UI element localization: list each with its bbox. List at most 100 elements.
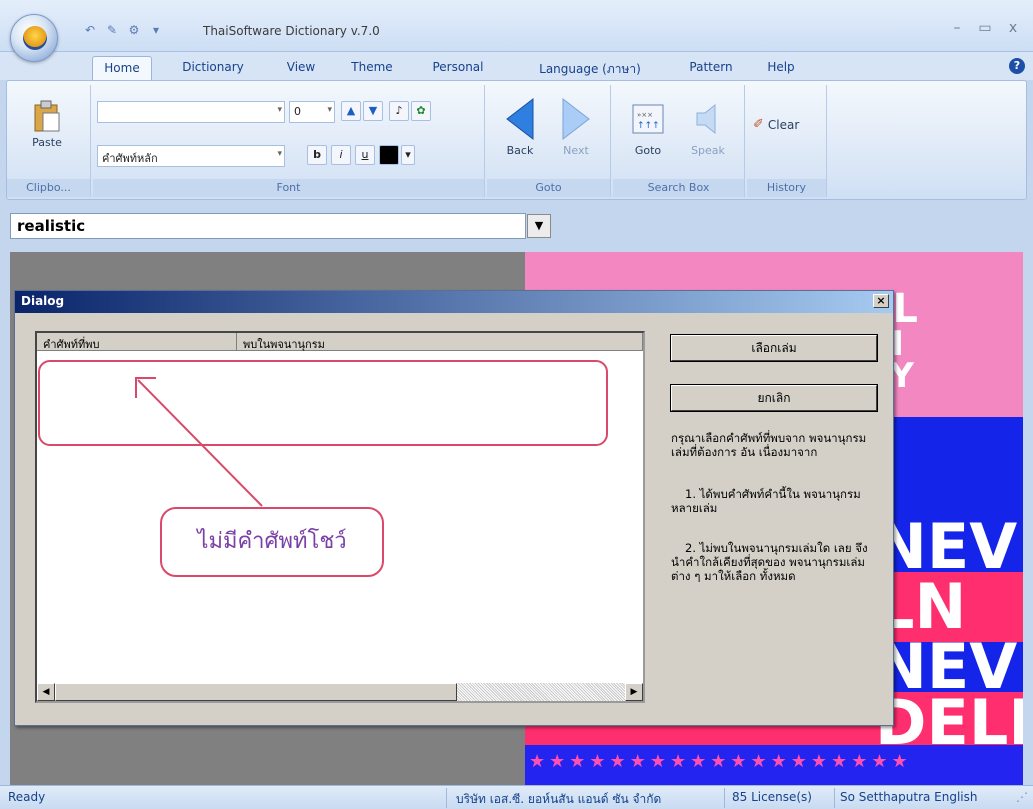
column-found-word[interactable]: คำศัพท์ที่พบ [37, 333, 237, 351]
chevron-down-icon: ▾ [277, 149, 282, 159]
scroll-right-button[interactable]: ▶ [625, 683, 643, 701]
next-button[interactable]: Next [551, 97, 601, 157]
goto-label: Goto [634, 144, 662, 157]
back-button[interactable]: Back [495, 97, 545, 157]
next-arrow-icon [562, 97, 590, 141]
decrease-font-button[interactable]: ▼ [363, 101, 383, 121]
status-license: 85 License(s) [732, 790, 812, 804]
status-text: Ready [8, 790, 46, 804]
tab-dictionary[interactable]: Dictionary [172, 56, 254, 80]
scroll-track[interactable] [457, 683, 625, 701]
title-bar: ↶ ✎ ⚙ ▾ ThaiSoftware Dictionary v.7.0 – … [0, 0, 1033, 62]
stars-row: ★★★★★★★★★★★★★★★★★★★ [525, 745, 1023, 785]
tab-pattern[interactable]: Pattern [680, 56, 742, 80]
chevron-down-icon: ▾ [277, 105, 282, 115]
bold-button[interactable]: b [307, 145, 327, 165]
tab-theme[interactable]: Theme [344, 56, 400, 80]
window-title: ThaiSoftware Dictionary v.7.0 [203, 24, 380, 38]
dialog-window: Dialog × คำศัพท์ที่พบ พบในพจนานุกรม ◀ ▶ … [14, 290, 894, 726]
dialog-title-bar: Dialog × [15, 291, 893, 313]
search-dropdown-button[interactable]: ▼ [527, 214, 551, 238]
status-user: So Setthaputra English [840, 790, 978, 804]
svg-text:»××: »×× [637, 111, 653, 119]
horizontal-scrollbar[interactable]: ◀ ▶ [37, 683, 643, 701]
font-color-dropdown[interactable]: ▾ [401, 145, 415, 165]
speak-button[interactable]: Speak [683, 97, 733, 157]
speak-label: Speak [691, 144, 725, 157]
clipboard-group: Paste Clipbo... [7, 85, 91, 197]
ribbon: Paste Clipbo... ▾ 0 ▾ ▲ ▼ ♪ ✿ คำศัพท์หลั… [6, 80, 1027, 200]
clear-button[interactable]: ✐ Clear [753, 117, 823, 132]
status-separator [834, 788, 835, 808]
tab-home[interactable]: Home [92, 56, 152, 80]
help-icon[interactable]: ? [1009, 58, 1025, 74]
font-size-combo[interactable]: 0 ▾ [289, 101, 335, 123]
font-color-button[interactable] [379, 145, 399, 165]
window-controls: – ▭ x [949, 20, 1021, 36]
tab-help[interactable]: Help [756, 56, 806, 80]
chevron-down-icon: ▾ [327, 105, 332, 115]
annotation-highlight-box [38, 360, 608, 446]
goto-icon: »×× ↑↑↑ [632, 104, 664, 134]
scroll-left-button[interactable]: ◀ [37, 683, 55, 701]
sound-icon[interactable]: ♪ [389, 101, 409, 121]
info-point-2: 2. ไม่พบในพจนานุกรมเล่มใด เลย จึงนำคำใกล… [671, 541, 868, 583]
italic-button[interactable]: i [331, 145, 351, 165]
dialog-title: Dialog [21, 294, 65, 308]
font-size-value: 0 [294, 105, 301, 118]
font-family-combo[interactable]: ▾ [97, 101, 285, 123]
resize-grip-icon[interactable]: ⋰ [1016, 790, 1028, 808]
paste-button[interactable]: Paste [19, 99, 75, 149]
search-box-group-label: Search Box [613, 179, 744, 197]
status-bar: Ready บริษัท เอส.ซี. ยอห์นสัน แอนด์ ซัน … [0, 785, 1033, 809]
status-separator [446, 788, 447, 808]
cancel-button[interactable]: ยกเลิก [670, 384, 878, 412]
search-box-group: »×× ↑↑↑ Goto Speak Search Box [613, 85, 745, 197]
info-point-1: 1. ได้พบคำศัพท์คำนี้ใน พจนานุกรมหลายเล่ม [671, 487, 861, 515]
ribbon-tabs: Home Dictionary View Theme Personal Lang… [0, 52, 1033, 80]
underline-button[interactable]: u [355, 145, 375, 165]
clear-label: Clear [767, 117, 800, 132]
dictionary-select-value: คำศัพท์หลัก [102, 152, 158, 165]
svg-text:↑↑↑: ↑↑↑ [637, 121, 660, 131]
app-menu-button[interactable] [10, 14, 58, 62]
dictionary-select-combo[interactable]: คำศัพท์หลัก ▾ [97, 145, 285, 167]
tab-view[interactable]: View [276, 56, 326, 80]
next-label: Next [563, 144, 589, 157]
search-row: realistic ▼ [0, 200, 1033, 252]
goto-group: Back Next Goto [487, 85, 611, 197]
select-dictionary-button[interactable]: เลือกเล่ม [670, 334, 878, 362]
tab-language[interactable]: Language (ภาษา) [530, 56, 650, 80]
goto-group-label: Goto [487, 179, 610, 197]
history-group-label: History [747, 179, 826, 197]
status-separator [724, 788, 725, 808]
dialog-close-button[interactable]: × [873, 294, 889, 308]
search-input[interactable]: realistic [10, 213, 526, 239]
history-group: ✐ Clear History [747, 85, 827, 197]
font-group-label: Font [93, 179, 484, 197]
pencil-icon[interactable]: ✎ [104, 22, 120, 38]
settings-icon[interactable]: ⚙ [126, 22, 142, 38]
close-button[interactable]: x [1005, 20, 1021, 36]
customize-dropdown-icon[interactable]: ▾ [148, 22, 164, 38]
tab-personal[interactable]: Personal [423, 56, 493, 80]
minimize-button[interactable]: – [949, 20, 965, 36]
undo-icon[interactable]: ↶ [82, 22, 98, 38]
results-list-header: คำศัพท์ที่พบ พบในพจนานุกรม [37, 333, 643, 351]
maximize-button[interactable]: ▭ [977, 20, 993, 36]
color-wheel-icon[interactable]: ✿ [411, 101, 431, 121]
annotation-label: ไม่มีคำศัพท์โชว์ [160, 507, 384, 577]
eraser-icon: ✐ [753, 117, 764, 132]
column-found-in-dictionary[interactable]: พบในพจนานุกรม [237, 333, 643, 351]
scroll-thumb[interactable] [55, 683, 457, 701]
font-group: ▾ 0 ▾ ▲ ▼ ♪ ✿ คำศัพท์หลัก ▾ b i u ▾ Font [93, 85, 485, 197]
speaker-icon [696, 103, 716, 135]
back-arrow-icon [506, 97, 534, 141]
quick-access-toolbar: ↶ ✎ ⚙ ▾ [82, 22, 164, 38]
status-company: บริษัท เอส.ซี. ยอห์นสัน แอนด์ ซัน จำกัด [456, 792, 662, 806]
increase-font-button[interactable]: ▲ [341, 101, 361, 121]
paste-label: Paste [32, 136, 62, 149]
info-intro-text: กรุณาเลือกคำศัพท์ที่พบจาก พจนานุกรมเล่มท… [671, 431, 867, 459]
clipboard-group-label: Clipbo... [7, 179, 90, 197]
goto-button[interactable]: »×× ↑↑↑ Goto [623, 97, 673, 157]
